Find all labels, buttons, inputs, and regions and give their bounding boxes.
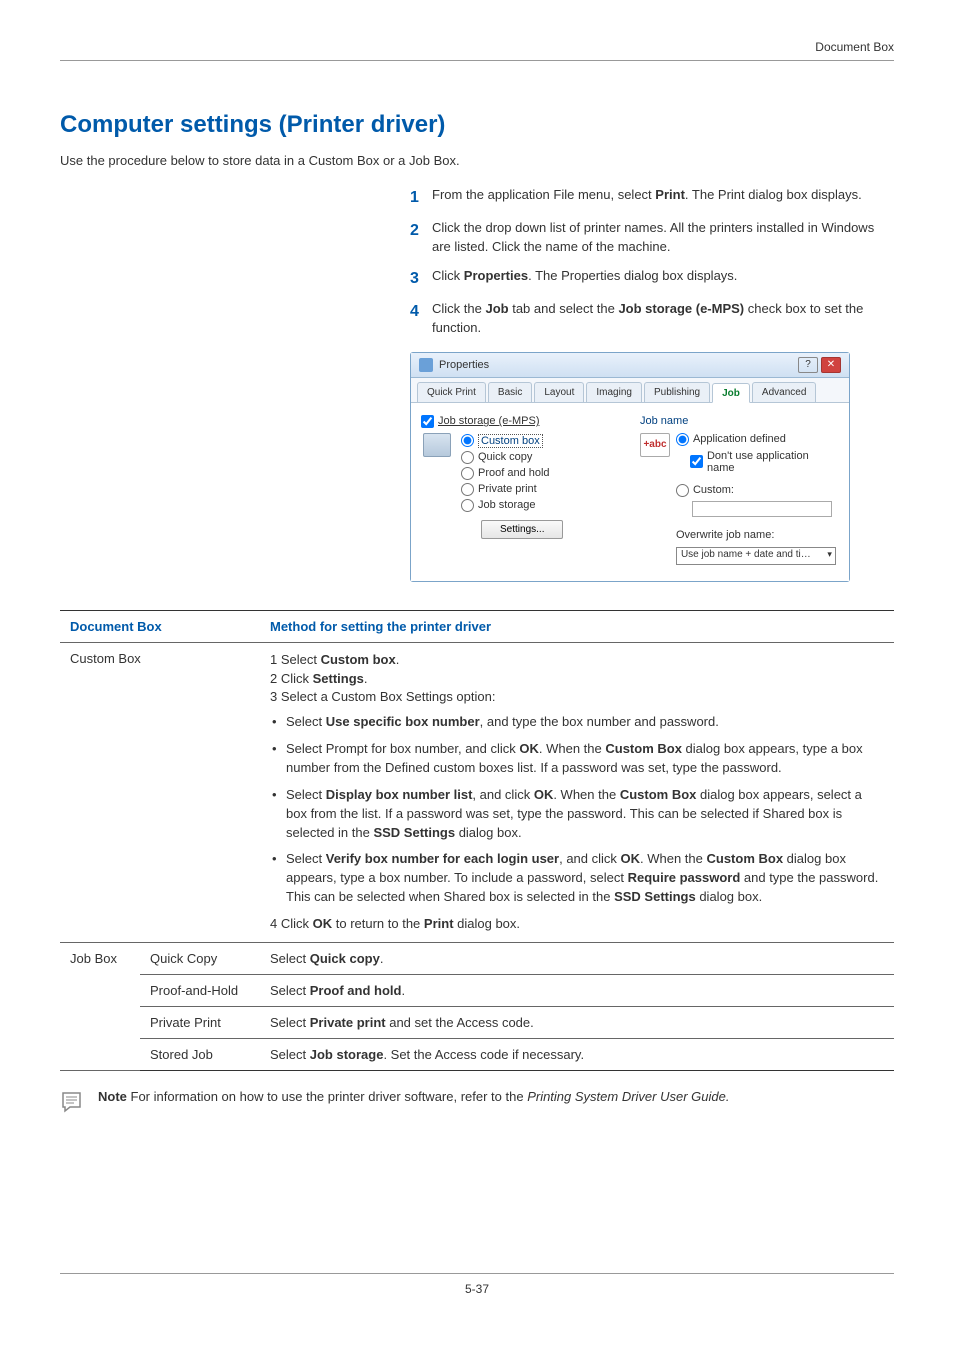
radio-proof-hold[interactable] [461,467,474,480]
radio-label: Custom: [693,484,734,496]
th-document-box: Document Box [60,610,260,642]
cell-custom-box: Custom Box [60,642,260,942]
step-text: Click the drop down list of printer name… [432,219,894,257]
radio-label: Job storage [478,499,535,511]
intro-text: Use the procedure below to store data in… [60,153,894,168]
tab-publishing[interactable]: Publishing [644,382,710,402]
step-number: 2 [410,219,432,242]
abc-icon: +abc [640,433,670,457]
window-title: Properties [439,359,489,371]
tab-advanced[interactable]: Advanced [752,382,816,402]
close-icon[interactable]: ✕ [821,357,841,373]
help-icon[interactable]: ? [798,357,818,373]
section-title: Computer settings (Printer driver) [60,111,894,139]
step-text: From the application File menu, select P… [432,186,894,205]
cell-quick-copy: Quick Copy [140,942,260,974]
job-storage-checkbox[interactable] [421,415,434,428]
radio-app-defined[interactable] [676,433,689,446]
overwrite-select[interactable]: Use job name + date and ti… [676,547,836,565]
note-row: Note For information on how to use the p… [60,1089,894,1113]
note-guide: Printing System Driver User Guide. [527,1089,729,1104]
tab-quick-print[interactable]: Quick Print [417,382,486,402]
radio-job-storage[interactable] [461,499,474,512]
cell-job-box: Job Box [60,942,140,1070]
step-number: 4 [410,300,432,323]
settings-button[interactable]: Settings... [481,520,563,539]
radio-label: Custom box [478,434,543,448]
dialog-screenshot: Properties ? ✕ Quick Print Basic Layout … [410,352,894,582]
cell-stored-job: Stored Job [140,1038,260,1070]
step-text: Click the Job tab and select the Job sto… [432,300,894,338]
radio-custom[interactable] [676,484,689,497]
radio-label: Private print [478,483,537,495]
settings-table: Document Box Method for setting the prin… [60,610,894,1071]
radio-label: Quick copy [478,451,532,463]
radio-quick-copy[interactable] [461,451,474,464]
checkbox-label: Don't use application name [707,450,839,474]
tab-job[interactable]: Job [712,383,750,403]
tabs-row: Quick Print Basic Layout Imaging Publish… [411,378,849,403]
dont-use-checkbox[interactable] [690,455,703,468]
radio-custom-box[interactable] [461,434,474,447]
cell-quick-copy-method: Select Quick copy. [260,942,894,974]
radio-label: Proof and hold [478,467,550,479]
custom-name-input[interactable] [692,501,832,517]
window-titlebar: Properties ? ✕ [411,353,849,378]
jobname-label: Job name [640,415,839,427]
cell-stored-job-method: Select Job storage. Set the Access code … [260,1038,894,1070]
overwrite-label: Overwrite job name: [676,529,839,541]
tab-layout[interactable]: Layout [534,382,584,402]
tab-basic[interactable]: Basic [488,382,532,402]
step-number: 1 [410,186,432,209]
cell-private-print-method: Select Private print and set the Access … [260,1006,894,1038]
note-icon [60,1089,88,1113]
cell-proof-hold-method: Select Proof and hold. [260,974,894,1006]
note-label: Note [98,1089,127,1104]
printer-icon [419,358,433,372]
tab-imaging[interactable]: Imaging [586,382,642,402]
cell-private-print: Private Print [140,1006,260,1038]
note-text: For information on how to use the printe… [127,1089,527,1104]
step-number: 3 [410,267,432,290]
page-footer: 5-37 [60,1273,894,1296]
radio-private-print[interactable] [461,483,474,496]
steps-list: 1 From the application File menu, select… [410,186,894,338]
step-text: Click Properties. The Properties dialog … [432,267,894,286]
stack-icon [423,433,451,457]
cell-proof-hold: Proof-and-Hold [140,974,260,1006]
th-method: Method for setting the printer driver [260,610,894,642]
header-label: Document Box [60,40,894,61]
job-storage-label: Job storage (e-MPS) [438,415,539,427]
cell-custom-box-method: 1 Select Custom box. 2 Click Settings. 3… [260,642,894,942]
radio-label: Application defined [693,433,786,445]
